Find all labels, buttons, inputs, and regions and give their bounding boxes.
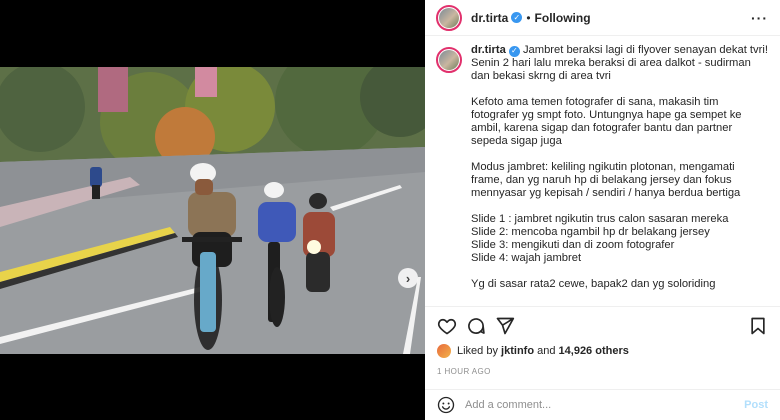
slide-line: Slide 3: mengikuti dan di zoom fotografe… [471, 239, 675, 251]
caption-username[interactable]: dr.tirta [471, 44, 506, 56]
ellipsis-icon[interactable]: ··· [751, 10, 768, 26]
action-bar [425, 316, 780, 336]
following-button[interactable]: Following [535, 11, 591, 25]
likes-summary: Liked by jktinfo and 14,926 others [437, 344, 629, 358]
verified-badge-icon: ✓ [511, 12, 523, 23]
caption-slides: Slide 1 : jambret ngikutin trus calon sa… [471, 213, 768, 265]
caption-paragraph-1: dr.tirta ✓ Jambret beraksi lagi di flyove… [471, 44, 768, 83]
likes-count[interactable]: 14,926 others [559, 345, 629, 357]
slide-line: Slide 1 : jambret ngikutin trus calon sa… [471, 213, 729, 225]
caption-row: dr.tirta ✓ Jambret beraksi lagi di flyove… [436, 44, 768, 291]
caption-paragraph-3: Modus jambret: keliling ngikutin plotona… [471, 161, 741, 199]
caption-line-1: Jambret beraksi lagi di flyover senayan … [522, 44, 768, 56]
heart-icon[interactable] [437, 316, 457, 336]
next-slide-button[interactable]: › [398, 268, 418, 288]
post-photo[interactable]: › [0, 67, 425, 354]
post-detail-panel: dr.tirta ✓ • Following ··· dr.tirta ✓ Jam… [425, 0, 780, 420]
caption-author-avatar[interactable] [436, 47, 462, 73]
verified-badge-icon: ✓ [508, 45, 520, 57]
likes-prefix: Liked by [457, 345, 498, 357]
slide-line: Slide 4: wajah jambret [471, 252, 582, 264]
photo-illustration [0, 67, 425, 354]
bookmark-icon[interactable] [748, 316, 768, 336]
author-avatar[interactable] [436, 4, 462, 31]
caption-paragraph-2: Kefoto ama temen fotografer di sana, mak… [471, 96, 742, 147]
liker-username[interactable]: jktinfo [501, 345, 534, 357]
post-media-panel: › [0, 0, 425, 420]
post-header: dr.tirta ✓ • Following ··· [425, 0, 780, 36]
caption-line-2: Senin 2 hari lalu mreka beraksi di area … [471, 57, 751, 82]
comment-icon[interactable] [466, 316, 486, 336]
post-comment-button[interactable]: Post [744, 399, 768, 411]
actions-divider [425, 306, 780, 307]
comment-input[interactable] [465, 399, 725, 411]
post-timestamp[interactable]: 1 HOUR AGO [437, 367, 491, 376]
share-icon[interactable] [495, 316, 515, 336]
caption-paragraph-5: Yg di sasar rata2 cewe, bapak2 dan yg so… [471, 278, 716, 290]
liker-avatar[interactable] [437, 344, 451, 358]
caption-scroll-area[interactable]: dr.tirta ✓ Jambret beraksi lagi di flyove… [425, 44, 780, 306]
likes-joiner: and [537, 345, 556, 357]
author-username[interactable]: dr.tirta [471, 11, 508, 25]
header-separator: • [526, 10, 531, 25]
comment-bar: Post [425, 390, 780, 420]
slide-line: Slide 2: mencoba ngambil hp dr belakang … [471, 226, 710, 238]
caption-text: dr.tirta ✓ Jambret beraksi lagi di flyove… [471, 44, 768, 291]
emoji-icon[interactable] [437, 396, 455, 414]
